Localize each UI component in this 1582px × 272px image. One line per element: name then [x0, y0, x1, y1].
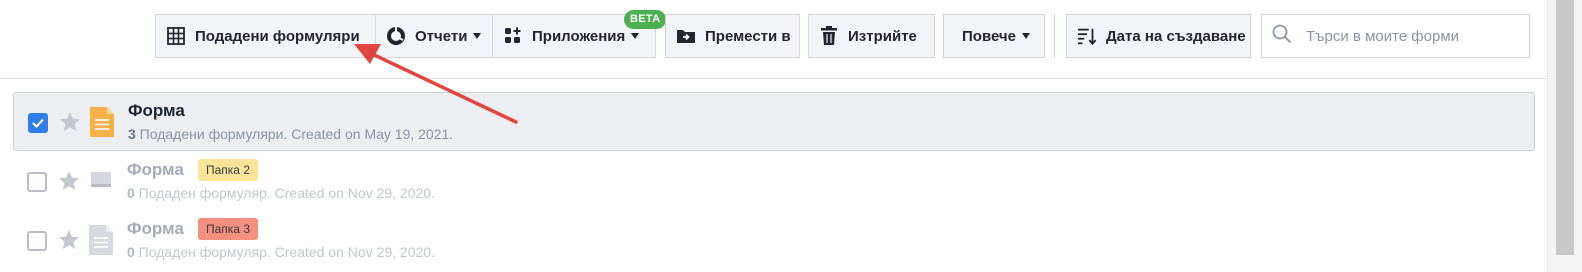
more-label: Повече	[962, 27, 1016, 45]
delete-label: Изтрийте	[848, 27, 917, 45]
form-title[interactable]: Форма	[127, 219, 184, 239]
sort-icon	[1077, 26, 1097, 46]
delete-button[interactable]: Изтрийте	[808, 14, 935, 58]
form-title[interactable]: Форма	[127, 160, 184, 180]
more-button[interactable]: Повече	[943, 14, 1045, 58]
toolbar: Подадени формуляри Отчети Приложения BET…	[0, 0, 1582, 78]
form-meta-text: Подаден формуляр. Created on Nov 29, 202…	[134, 185, 435, 201]
form-meta-text: Подаден формуляр. Created on Nov 29, 202…	[134, 244, 435, 260]
form-document-icon	[89, 225, 113, 255]
submissions-button[interactable]: Подадени формуляри	[155, 14, 376, 58]
chevron-down-icon	[473, 33, 482, 39]
submissions-label: Подадени формуляри	[195, 27, 360, 45]
search-input[interactable]	[1304, 26, 1519, 46]
apps-icon	[503, 26, 523, 46]
grid-icon	[166, 26, 186, 46]
folder-tag[interactable]: Папка 3	[198, 218, 258, 240]
row-checkbox[interactable]	[27, 231, 47, 251]
row-checkbox[interactable]	[28, 113, 48, 133]
form-document-icon	[90, 107, 114, 137]
reports-label: Отчети	[415, 27, 468, 45]
search-box	[1261, 14, 1530, 58]
reports-button[interactable]: Отчети	[375, 14, 493, 58]
move-folder-icon	[676, 26, 696, 46]
star-icon[interactable]	[58, 110, 82, 134]
submission-count: 0	[127, 185, 135, 201]
toolbar-divider-line	[0, 78, 1547, 79]
apps-label: Приложения	[532, 27, 626, 45]
scrollbar[interactable]	[1547, 0, 1582, 272]
form-title[interactable]: Форма	[128, 101, 185, 121]
submission-count: 3	[128, 126, 136, 142]
beta-badge: BETA	[624, 10, 667, 29]
form-meta-text: Подадени формуляри. Created on May 19, 2…	[135, 126, 454, 142]
sort-label: Дата на създаване	[1106, 27, 1246, 45]
sort-button[interactable]: Дата на създаване	[1066, 14, 1251, 58]
move-to-button[interactable]: Премести в	[665, 14, 800, 58]
trash-icon	[819, 26, 839, 46]
form-row[interactable]: Форма Папка 2 0 Подаден формуляр. Create…	[13, 152, 1535, 211]
toolbar-divider	[1054, 14, 1055, 58]
form-meta: 0 Подаден формуляр. Created on Nov 29, 2…	[127, 185, 435, 201]
folder-tag[interactable]: Папка 2	[198, 159, 258, 181]
chevron-down-icon	[631, 33, 640, 39]
form-meta: 3 Подадени формуляри. Created on May 19,…	[128, 126, 453, 142]
star-icon[interactable]	[57, 228, 81, 252]
move-to-label: Премести в	[705, 27, 791, 45]
form-meta: 0 Подаден формуляр. Created on Nov 29, 2…	[127, 244, 435, 260]
search-icon	[1272, 24, 1292, 49]
scrollbar-thumb[interactable]	[1556, 0, 1574, 255]
star-icon[interactable]	[57, 169, 81, 193]
pie-chart-icon	[386, 26, 406, 46]
form-row[interactable]: Форма Папка 3 0 Подаден формуляр. Create…	[13, 211, 1535, 270]
row-checkbox[interactable]	[27, 172, 47, 192]
form-card-icon	[89, 166, 113, 196]
form-row[interactable]: Форма 3 Подадени формуляри. Created on M…	[13, 92, 1535, 151]
submission-count: 0	[127, 244, 135, 260]
chevron-down-icon	[1022, 33, 1030, 39]
